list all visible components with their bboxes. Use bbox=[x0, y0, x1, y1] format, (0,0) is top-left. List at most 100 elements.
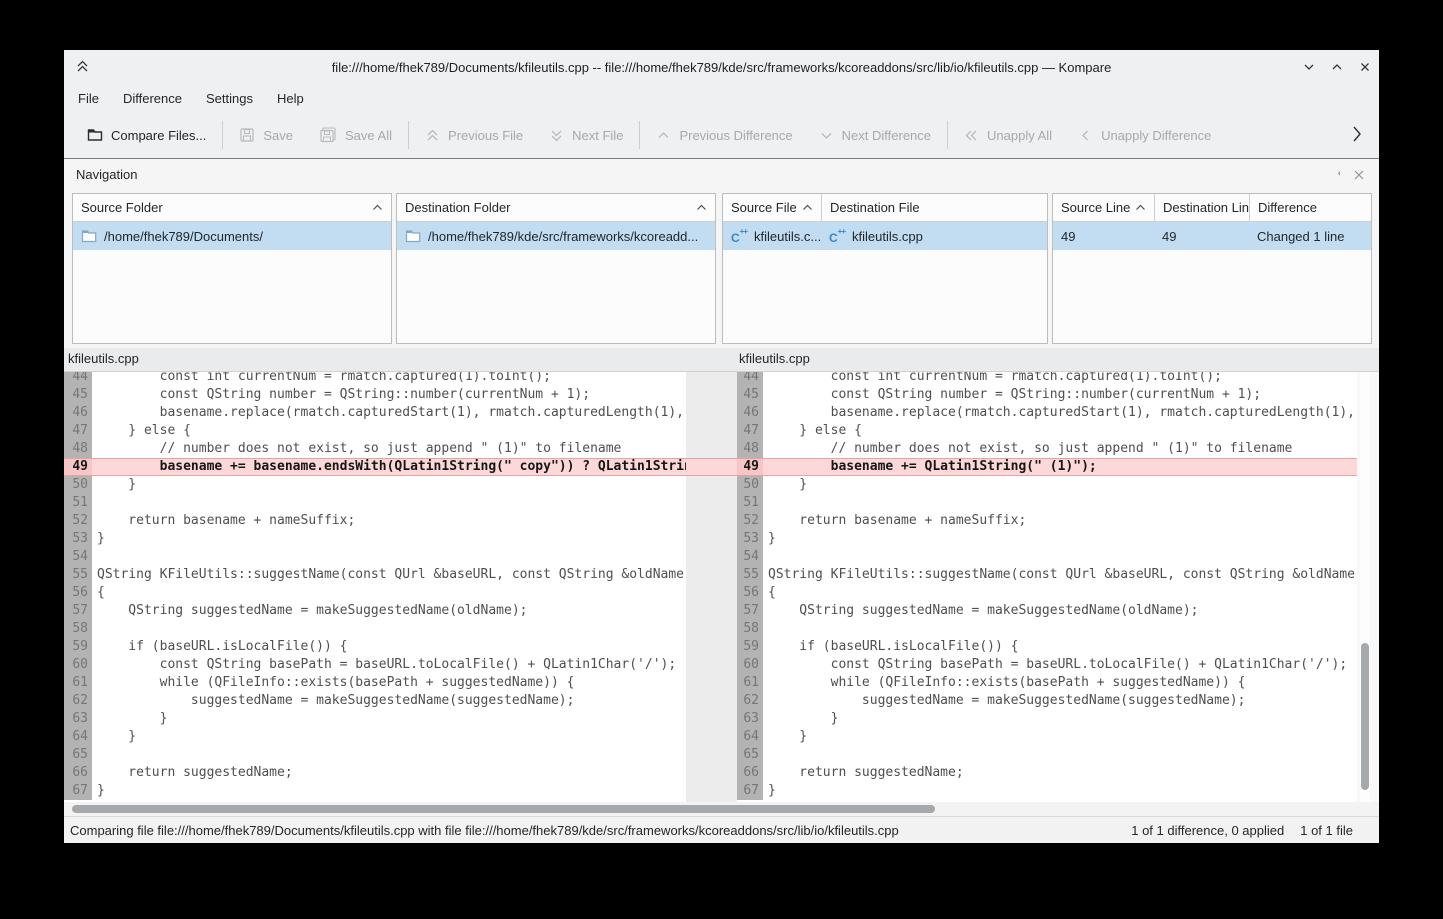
code-line: 52 return basename + nameSuffix; bbox=[64, 512, 686, 530]
line-number: 61 bbox=[737, 674, 763, 692]
line-number: 66 bbox=[737, 764, 763, 782]
minimize-icon[interactable] bbox=[1301, 59, 1317, 75]
menu-item[interactable]: Help bbox=[277, 91, 304, 106]
line-text bbox=[763, 746, 1357, 764]
chevron-up-icon bbox=[656, 128, 671, 143]
files-table: Source File Destination File C++ kfileut… bbox=[722, 193, 1048, 344]
next-difference-button[interactable]: Next Difference bbox=[806, 119, 944, 151]
diff-view: kfileutils.cpp kfileutils.cpp 44 const i… bbox=[64, 348, 1379, 802]
code-line: 57 QString suggestedName = makeSuggested… bbox=[64, 602, 686, 620]
code-line: 54 bbox=[737, 548, 1357, 566]
code-line: 46 basename.replace(rmatch.capturedStart… bbox=[64, 404, 686, 422]
code-line: 45 const QString number = QString::numbe… bbox=[64, 386, 686, 404]
line-text: // number does not exist, so just append… bbox=[763, 440, 1357, 458]
previous-file-button[interactable]: Previous File bbox=[412, 119, 536, 151]
menu-item[interactable]: File bbox=[78, 91, 99, 106]
maximize-icon[interactable] bbox=[1329, 59, 1345, 75]
code-line: 63 } bbox=[64, 710, 686, 728]
float-panel-icon[interactable] bbox=[1328, 169, 1340, 181]
diff-connector-band bbox=[686, 458, 737, 476]
line-number: 54 bbox=[64, 548, 92, 566]
cpp-file-icon: C++ bbox=[829, 229, 845, 244]
menu-item[interactable]: Settings bbox=[206, 91, 253, 106]
line-text: QString KFileUtils::suggestName(const QU… bbox=[763, 566, 1357, 584]
line-number: 51 bbox=[64, 494, 92, 512]
status-file-count: 1 of 1 file bbox=[1300, 823, 1353, 838]
pane-headers: kfileutils.cpp kfileutils.cpp bbox=[64, 348, 1379, 372]
code-line: 56 { bbox=[737, 584, 1357, 602]
code-line: 64 } bbox=[737, 728, 1357, 746]
destination-file-header[interactable]: Destination File bbox=[821, 194, 1047, 221]
sort-ascending-icon bbox=[802, 204, 813, 211]
code-line: 46 basename.replace(rmatch.capturedStart… bbox=[737, 404, 1357, 422]
horizontal-scrollbar-thumb[interactable] bbox=[72, 805, 935, 813]
menu-item[interactable]: Difference bbox=[123, 91, 182, 106]
keep-above-icon[interactable] bbox=[74, 58, 90, 74]
toolbar-overflow-button[interactable] bbox=[1349, 122, 1365, 146]
code-line: 60 const QString basePath = baseURL.toLo… bbox=[737, 656, 1357, 674]
line-number: 65 bbox=[64, 746, 92, 764]
diff-connector bbox=[686, 372, 737, 802]
table-row[interactable]: C++ kfileutils.c... C++ kfileutils.cpp bbox=[723, 222, 1047, 250]
desktop-background: file:///home/fhek789/Documents/kfileutil… bbox=[0, 0, 1443, 919]
unapply-all-button[interactable]: Unapply All bbox=[951, 119, 1065, 151]
line-text: } bbox=[92, 728, 686, 746]
code-line: 62 suggestedName = makeSuggestedName(sug… bbox=[64, 692, 686, 710]
code-line: 49 basename += QLatin1String(" (1)"); bbox=[737, 458, 1357, 476]
line-text bbox=[763, 620, 1357, 638]
unapply-difference-button[interactable]: Unapply Difference bbox=[1065, 119, 1224, 151]
previous-difference-button[interactable]: Previous Difference bbox=[643, 119, 805, 151]
line-text: { bbox=[763, 584, 1357, 602]
destination-line-header[interactable]: Destination Line bbox=[1154, 194, 1249, 221]
line-number: 45 bbox=[737, 386, 763, 404]
kompare-window: file:///home/fhek789/Documents/kfileutil… bbox=[64, 50, 1379, 843]
line-text: return basename + nameSuffix; bbox=[92, 512, 686, 530]
line-text bbox=[92, 746, 686, 764]
save-button[interactable]: Save bbox=[226, 119, 306, 151]
source-file-header[interactable]: Source File bbox=[723, 194, 821, 221]
line-number: 44 bbox=[64, 372, 92, 386]
code-line: 47 } else { bbox=[64, 422, 686, 440]
destination-code-pane[interactable]: 44 const int currentNum = rmatch.capture… bbox=[737, 372, 1357, 802]
line-text: } bbox=[92, 530, 686, 548]
source-code-pane[interactable]: 44 const int currentNum = rmatch.capture… bbox=[64, 372, 686, 802]
next-file-button[interactable]: Next File bbox=[536, 119, 636, 151]
vertical-scrollbar-thumb[interactable] bbox=[1361, 643, 1369, 790]
code-line: 47 } else { bbox=[737, 422, 1357, 440]
close-panel-icon[interactable] bbox=[1353, 169, 1365, 181]
line-number: 63 bbox=[64, 710, 92, 728]
vertical-scrollbar[interactable] bbox=[1360, 372, 1370, 802]
code-line: 50 } bbox=[737, 476, 1357, 494]
difference-header[interactable]: Difference bbox=[1249, 194, 1371, 221]
code-line: 55 QString KFileUtils::suggestName(const… bbox=[737, 566, 1357, 584]
destination-folder-header[interactable]: Destination Folder bbox=[397, 194, 715, 221]
line-text bbox=[92, 548, 686, 566]
line-text: } bbox=[763, 782, 1357, 800]
code-line: 44 const int currentNum = rmatch.capture… bbox=[64, 372, 686, 386]
line-number: 67 bbox=[737, 782, 763, 800]
close-icon[interactable] bbox=[1357, 59, 1373, 75]
line-text: { bbox=[92, 584, 686, 602]
source-line-header[interactable]: Source Line bbox=[1053, 194, 1154, 221]
folder-icon bbox=[81, 229, 97, 243]
table-row[interactable]: 49 49 Changed 1 line bbox=[1053, 222, 1371, 250]
compare-files-button[interactable]: Compare Files... bbox=[74, 119, 219, 151]
chevron-left-icon bbox=[1078, 128, 1093, 143]
horizontal-scrollbar[interactable] bbox=[64, 802, 1379, 816]
save-all-button[interactable]: Save All bbox=[306, 119, 405, 151]
code-line: 61 while (QFileInfo::exists(basePath + s… bbox=[737, 674, 1357, 692]
chevron-down-icon bbox=[819, 128, 834, 143]
line-number: 55 bbox=[737, 566, 763, 584]
code-line: 66 return suggestedName; bbox=[737, 764, 1357, 782]
table-row[interactable]: /home/fhek789/Documents/ bbox=[73, 222, 391, 250]
line-number: 53 bbox=[64, 530, 92, 548]
table-row[interactable]: /home/fhek789/kde/src/frameworks/kcoread… bbox=[397, 222, 715, 250]
line-number: 65 bbox=[737, 746, 763, 764]
sort-ascending-icon bbox=[696, 204, 707, 211]
folder-compare-icon bbox=[87, 127, 103, 143]
line-text: QString suggestedName = makeSuggestedNam… bbox=[92, 602, 686, 620]
line-number: 47 bbox=[737, 422, 763, 440]
folder-icon bbox=[405, 229, 421, 243]
source-folder-header[interactable]: Source Folder bbox=[73, 194, 391, 221]
floppy-icon bbox=[239, 127, 255, 143]
